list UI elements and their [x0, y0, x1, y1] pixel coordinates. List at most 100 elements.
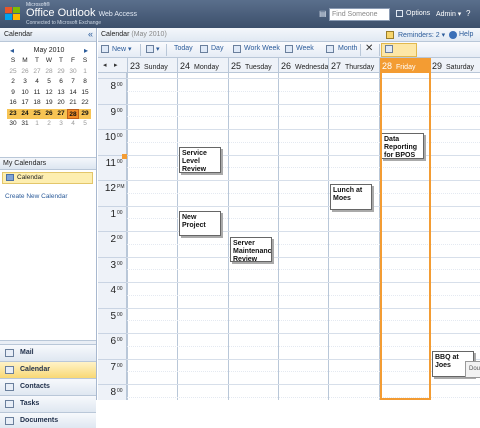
day-header[interactable]: 28 Friday — [379, 58, 429, 73]
day-column[interactable] — [328, 73, 379, 400]
mini-calendar-day[interactable]: 25 — [7, 67, 19, 78]
help-icon[interactable]: ? — [466, 9, 470, 18]
mini-calendar-day[interactable]: 18 — [31, 98, 43, 109]
hour-label: 1 — [110, 208, 116, 220]
event-server[interactable]: Server Maintenance Review — [230, 237, 272, 262]
half-hour-gridline — [127, 90, 480, 92]
new-button[interactable]: New ▾ — [112, 45, 131, 53]
mini-calendar-day[interactable]: 30 — [67, 67, 79, 78]
mini-calendar-day[interactable]: 27 — [55, 108, 67, 119]
time-slot-label: 10 00 — [98, 129, 127, 154]
nav-tasks[interactable]: Tasks — [0, 395, 96, 412]
event-new-project[interactable]: New Project — [179, 211, 221, 236]
day-column[interactable] — [278, 73, 328, 400]
mini-calendar-day[interactable]: 5 — [79, 119, 91, 130]
print-menu-arrow[interactable]: ▾ — [156, 45, 160, 53]
delete-icon[interactable]: ✕ — [365, 43, 373, 54]
day-header[interactable]: 26Wednesday — [278, 58, 328, 73]
mini-calendar-day[interactable]: 9 — [7, 88, 19, 99]
options-icon[interactable] — [396, 10, 403, 17]
mini-calendar-day[interactable]: 1 — [31, 119, 43, 130]
mini-calendar-day[interactable]: 20 — [55, 98, 67, 109]
event-data[interactable]: Data Reporting for BPOS — [381, 133, 424, 159]
previous-month-icon[interactable]: ◂ — [10, 46, 14, 55]
mini-calendar-day[interactable]: 26 — [19, 67, 31, 78]
day-column[interactable] — [177, 73, 228, 400]
mini-calendar-day[interactable]: 28 — [67, 108, 79, 119]
next-month-icon[interactable]: ▸ — [84, 46, 88, 55]
mini-calendar-day[interactable]: 22 — [79, 98, 91, 109]
mini-calendar-day[interactable]: 11 — [31, 88, 43, 99]
mini-calendar-day[interactable]: 24 — [19, 108, 31, 119]
mini-calendar-day[interactable]: 12 — [43, 88, 55, 99]
month-view-button[interactable]: Month — [338, 45, 357, 52]
mini-calendar-day[interactable]: 13 — [55, 88, 67, 99]
mini-calendar-day[interactable]: 29 — [55, 67, 67, 78]
day-header[interactable]: 25 Tuesday — [228, 58, 278, 73]
mini-calendar-day[interactable]: 2 — [43, 119, 55, 130]
day-header[interactable]: 23 Sunday — [127, 58, 177, 73]
hour-suffix: 00 — [117, 82, 123, 88]
mini-calendar-day[interactable]: 7 — [67, 77, 79, 88]
help-circle-icon[interactable] — [449, 31, 457, 39]
mini-calendar-day[interactable]: 21 — [67, 98, 79, 109]
mini-calendar-day[interactable]: 15 — [79, 88, 91, 99]
mini-calendar-day[interactable]: 6 — [55, 77, 67, 88]
collapse-pane-icon[interactable]: « — [88, 29, 93, 39]
mini-calendar-day[interactable]: 3 — [55, 119, 67, 130]
mini-calendar-day[interactable]: 30 — [7, 119, 19, 130]
mini-calendar-day[interactable]: 19 — [43, 98, 55, 109]
event-service[interactable]: Service Level Review — [179, 147, 221, 173]
half-hour-gridline — [127, 141, 480, 143]
event-lunch[interactable]: Lunch at Moes — [330, 184, 372, 210]
create-new-calendar-link[interactable]: Create New Calendar — [5, 193, 68, 200]
hour-label: 7 — [110, 361, 116, 373]
mini-calendar-day[interactable]: 29 — [79, 108, 91, 119]
day-header[interactable]: 29 Saturday — [429, 58, 480, 73]
mini-calendar-day[interactable]: 23 — [7, 108, 19, 119]
find-someone-input[interactable]: Find Someone — [329, 8, 390, 21]
day-header-row: ◂ ▸ 23Sunday24Monday25Tuesday26Wednesday… — [98, 58, 480, 73]
day-view-button[interactable]: Day — [211, 45, 223, 52]
mini-calendar-day[interactable]: 2 — [7, 77, 19, 88]
share-calendar-icon[interactable] — [385, 45, 393, 53]
reminders-icon[interactable] — [386, 31, 394, 39]
mini-calendar-day[interactable]: 4 — [67, 119, 79, 130]
mini-calendar-day[interactable]: 17 — [19, 98, 31, 109]
day-header[interactable]: 24 Monday — [177, 58, 228, 73]
mini-calendar-day[interactable]: 25 — [31, 108, 43, 119]
nav-calendar[interactable]: Calendar — [0, 361, 96, 378]
mini-calendar-day[interactable]: 3 — [19, 77, 31, 88]
week-grid: 8 00 9 00 10 00 11 00 12 PM 1 00 2 00 3 00 4 00 5 00 6 00 7 00 8… — [98, 73, 480, 400]
nav-documents[interactable]: Documents — [0, 412, 96, 428]
mini-calendar-day[interactable]: 26 — [43, 108, 55, 119]
options-link[interactable]: Options — [406, 10, 430, 17]
next-week-icon[interactable]: ▸ — [114, 61, 118, 69]
mini-calendar-day[interactable]: 28 — [43, 67, 55, 78]
help-link[interactable]: Help — [459, 31, 473, 38]
week-nav: ◂ ▸ — [98, 58, 127, 73]
day-column[interactable] — [127, 73, 177, 400]
mini-calendar-day[interactable]: 1 — [79, 67, 91, 78]
mini-calendar-day[interactable]: 5 — [43, 77, 55, 88]
mini-calendar-day[interactable]: 8 — [79, 77, 91, 88]
nav-contacts[interactable]: Contacts — [0, 378, 96, 395]
my-calendar-item[interactable]: Calendar — [2, 172, 93, 184]
day-header[interactable]: 27 Thursday — [328, 58, 379, 73]
mini-calendar-day[interactable]: 4 — [31, 77, 43, 88]
mini-calendar-day[interactable]: 10 — [19, 88, 31, 99]
reminders-button[interactable]: Reminders: 2 ▾ — [398, 31, 445, 39]
admin-menu[interactable]: Admin ▾ — [436, 10, 461, 18]
nav-mail[interactable]: Mail — [0, 344, 96, 361]
address-book-icon[interactable]: ▤ — [319, 10, 327, 18]
hour-gridline — [127, 333, 480, 334]
work-week-view-button[interactable]: Work Week — [244, 45, 280, 52]
mini-calendar-day[interactable]: 31 — [19, 119, 31, 130]
mini-calendar-day[interactable]: 27 — [31, 67, 43, 78]
today-button[interactable]: Today — [174, 45, 193, 52]
mini-calendar-day[interactable]: 16 — [7, 98, 19, 109]
previous-week-icon[interactable]: ◂ — [103, 61, 107, 69]
print-icon[interactable] — [146, 45, 154, 53]
mini-calendar-day[interactable]: 14 — [67, 88, 79, 99]
day-column[interactable] — [379, 73, 429, 400]
